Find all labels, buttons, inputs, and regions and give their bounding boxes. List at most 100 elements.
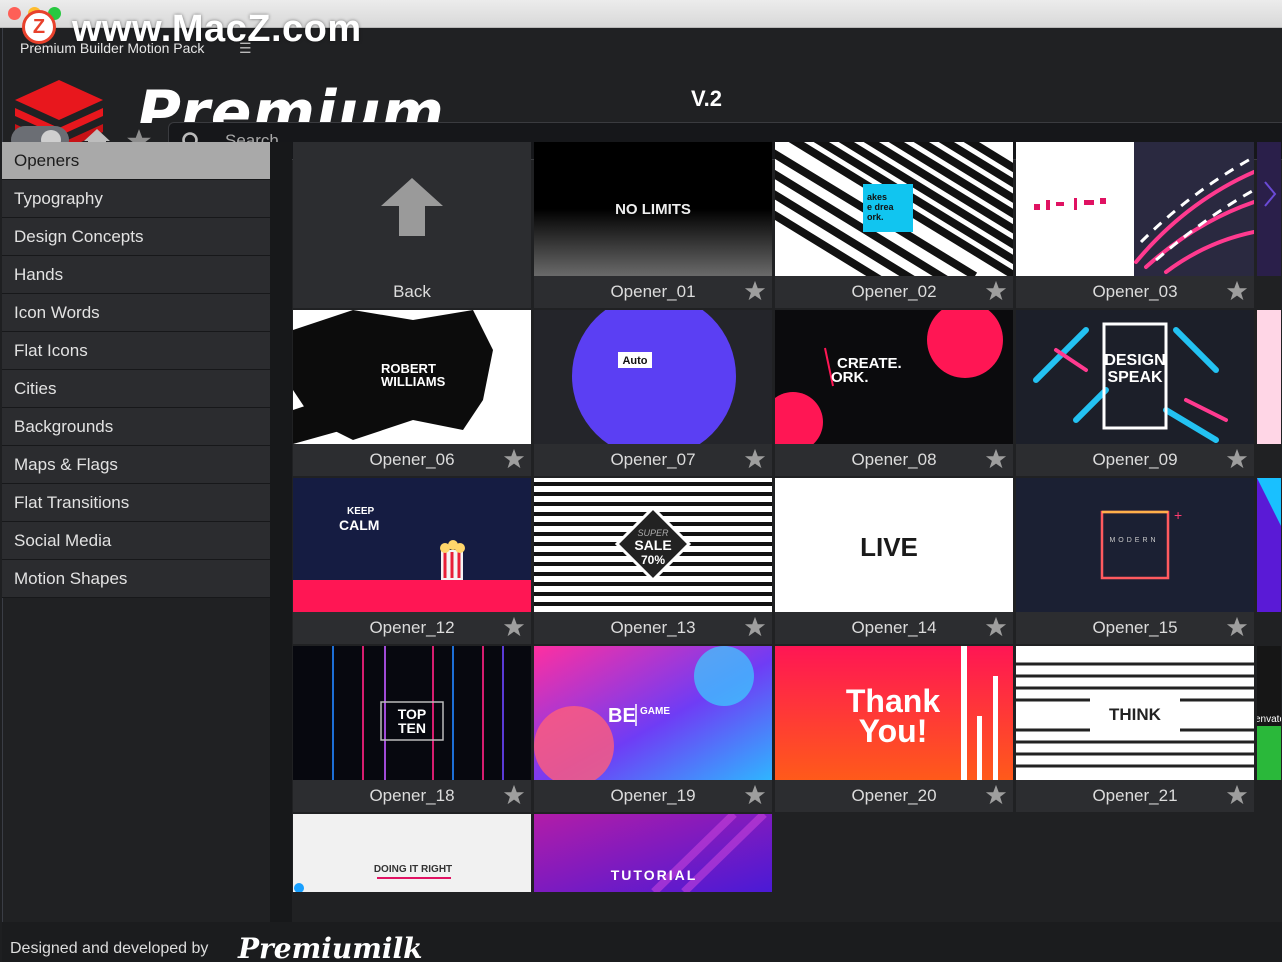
template-thumbnail: THINK	[1016, 646, 1254, 780]
template-tile[interactable]: LIVE Opener_14	[775, 478, 1013, 644]
template-thumbnail: DESIGN SPEAK	[1016, 310, 1254, 444]
partial-thumbnail: envato	[1257, 646, 1281, 780]
category-social-media[interactable]: Social Media	[2, 522, 270, 560]
back-arrow-icon	[381, 178, 443, 236]
template-thumbnail: KEEP CALM	[293, 478, 531, 612]
favorite-star-icon[interactable]	[1226, 448, 1248, 470]
template-tile[interactable]: MODERN + Opener_15	[1016, 478, 1254, 644]
category-maps-flags[interactable]: Maps & Flags	[2, 446, 270, 484]
template-tile[interactable]: Auto Opener_07	[534, 310, 772, 476]
svg-text:+: +	[1174, 507, 1182, 523]
svg-text:ork.: ork.	[867, 212, 884, 222]
template-grid: Back NO LIMITS Opener_01 akes e drea ork…	[291, 142, 1281, 892]
favorite-star-icon[interactable]	[1226, 280, 1248, 302]
template-thumbnail: CREATE. ORK.	[775, 310, 1013, 444]
svg-text:You!: You!	[859, 713, 928, 749]
tile-label: Opener_07	[610, 450, 696, 469]
template-thumbnail: LIVE	[775, 478, 1013, 612]
tile-label: Opener_21	[1092, 786, 1178, 805]
favorite-star-icon[interactable]	[503, 616, 525, 638]
template-tile[interactable]: Thank You! Opener_20	[775, 646, 1013, 812]
svg-text:TEN: TEN	[398, 720, 426, 736]
category-openers[interactable]: Openers	[2, 142, 270, 180]
category-motion-shapes[interactable]: Motion Shapes	[2, 560, 270, 598]
tile-label: Opener_01	[610, 282, 696, 301]
category-flat-transitions[interactable]: Flat Transitions	[2, 484, 270, 522]
template-thumbnail: ROBERT WILLIAMS	[293, 310, 531, 444]
back-tile[interactable]: Back	[293, 142, 531, 308]
svg-text:akes: akes	[867, 192, 887, 202]
tile-label: Opener_03	[1092, 282, 1178, 301]
svg-text:SALE: SALE	[634, 537, 671, 553]
tile-label: Back	[393, 282, 431, 301]
template-tile[interactable]: KEEP CALM Opener_12	[293, 478, 531, 644]
svg-text:DESIGN: DESIGN	[1104, 352, 1165, 369]
svg-text:LIVE: LIVE	[860, 532, 918, 562]
category-flat-icons[interactable]: Flat Icons	[2, 332, 270, 370]
partial-thumbnail	[1257, 478, 1281, 612]
template-tile[interactable]: DOING IT RIGHT	[293, 814, 531, 892]
svg-text:SPEAK: SPEAK	[1107, 369, 1163, 386]
svg-text:DOING IT RIGHT: DOING IT RIGHT	[374, 864, 452, 875]
tile-label: Opener_02	[851, 282, 937, 301]
template-thumbnail: Auto	[534, 310, 772, 444]
template-tile[interactable]: akes e drea ork. Opener_02	[775, 142, 1013, 308]
favorite-star-icon[interactable]	[744, 448, 766, 470]
tile-label: Opener_19	[610, 786, 696, 805]
close-window-button[interactable]	[8, 7, 21, 20]
watermark-text: www.MacZ.com	[72, 8, 362, 50]
svg-text:e drea: e drea	[867, 202, 895, 212]
favorite-star-icon[interactable]	[744, 280, 766, 302]
favorite-star-icon[interactable]	[985, 616, 1007, 638]
template-tile[interactable]: TUTORIAL	[534, 814, 772, 892]
template-tile[interactable]: ROBERT WILLIAMS Opener_06	[293, 310, 531, 476]
favorite-star-icon[interactable]	[985, 448, 1007, 470]
template-tile[interactable]: BE GAME Opener_19	[534, 646, 772, 812]
template-tile[interactable]: CREATE. ORK. Opener_08	[775, 310, 1013, 476]
category-icon-words[interactable]: Icon Words	[2, 294, 270, 332]
tile-label: Opener_08	[851, 450, 937, 469]
svg-text:MODERN: MODERN	[1109, 537, 1158, 544]
template-thumbnail: MODERN +	[1016, 478, 1254, 612]
footer-credit: Designed and developed by	[10, 940, 209, 957]
favorite-star-icon[interactable]	[985, 280, 1007, 302]
tile-label: Opener_13	[610, 618, 696, 637]
template-tile[interactable]: THINK Opener_21	[1016, 646, 1254, 812]
category-sidebar: Openers Typography Design Concepts Hands…	[2, 142, 270, 598]
svg-text:envato: envato	[1257, 714, 1281, 725]
footer-brand[interactable]: Premiumilk	[238, 932, 423, 962]
favorite-star-icon[interactable]	[1226, 784, 1248, 806]
favorite-star-icon[interactable]	[744, 784, 766, 806]
favorite-star-icon[interactable]	[503, 784, 525, 806]
tile-label: Opener_20	[851, 786, 937, 805]
partial-thumbnail	[1257, 310, 1281, 444]
svg-text:CALM: CALM	[339, 517, 379, 533]
favorite-star-icon[interactable]	[503, 448, 525, 470]
svg-text:70%: 70%	[641, 553, 665, 567]
template-tile[interactable]: SUPER SALE 70% Opener_13	[534, 478, 772, 644]
svg-text:ORK.: ORK.	[831, 369, 869, 386]
svg-text:TUTORIAL: TUTORIAL	[611, 867, 698, 883]
tile-label: Opener_15	[1092, 618, 1178, 637]
favorite-star-icon[interactable]	[744, 616, 766, 638]
template-tile[interactable]: Opener_03	[1016, 142, 1254, 308]
category-hands[interactable]: Hands	[2, 256, 270, 294]
category-cities[interactable]: Cities	[2, 370, 270, 408]
category-typography[interactable]: Typography	[2, 180, 270, 218]
favorite-star-icon[interactable]	[1226, 616, 1248, 638]
favorite-star-icon[interactable]	[985, 784, 1007, 806]
category-design-concepts[interactable]: Design Concepts	[2, 218, 270, 256]
template-thumbnail: Thank You!	[775, 646, 1013, 780]
svg-text:THINK: THINK	[1109, 705, 1162, 724]
watermark-badge: Z	[22, 10, 56, 44]
tile-label: Opener_06	[369, 450, 455, 469]
tile-label: Opener_14	[851, 618, 937, 637]
footer: Designed and developed by Premiumilk	[2, 922, 1282, 962]
category-backgrounds[interactable]: Backgrounds	[2, 408, 270, 446]
template-tile[interactable]: DESIGN SPEAK Opener_09	[1016, 310, 1254, 476]
template-tile[interactable]: TOP TEN Opener_18	[293, 646, 531, 812]
template-thumbnail: akes e drea ork.	[775, 142, 1013, 276]
template-tile[interactable]: NO LIMITS Opener_01	[534, 142, 772, 308]
svg-text:KEEP: KEEP	[347, 506, 375, 517]
tile-label: Opener_12	[369, 618, 455, 637]
